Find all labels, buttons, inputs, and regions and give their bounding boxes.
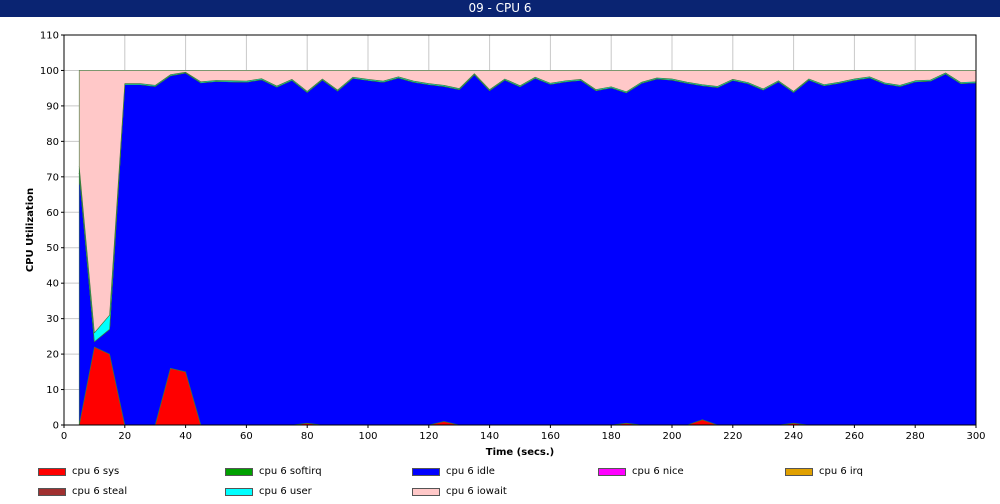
- y-tick-label: 30: [46, 314, 59, 325]
- x-tick-label: 220: [723, 431, 742, 442]
- legend-label: cpu 6 softirq: [259, 466, 322, 477]
- area-cpu-6-idle: [78, 72, 977, 426]
- x-tick-label: 20: [118, 431, 131, 442]
- x-tick-label: 80: [301, 431, 314, 442]
- y-tick-label: 80: [46, 137, 59, 148]
- legend-swatch: [785, 468, 813, 476]
- y-tick-label: 20: [46, 350, 59, 361]
- x-tick-label: 160: [541, 431, 560, 442]
- chart-window: 09 - CPU 6 0 20 40 60 80 100 120 140 160 180 200 22…: [0, 0, 1000, 504]
- y-tick-labels: 0 10 20 30 40 50 60 70 80 90 100 110: [40, 31, 64, 432]
- x-axis-label: Time (secs.): [486, 447, 555, 458]
- legend-label: cpu 6 irq: [819, 466, 863, 477]
- legend-swatch: [225, 488, 253, 496]
- legend-label: cpu 6 idle: [446, 466, 495, 477]
- x-tick-label: 120: [419, 431, 438, 442]
- x-tick-label: 0: [61, 431, 67, 442]
- legend-label: cpu 6 steal: [72, 486, 128, 497]
- y-tick-label: 50: [46, 243, 59, 254]
- y-tick-label: 40: [46, 279, 59, 290]
- x-tick-label: 140: [480, 431, 499, 442]
- y-tick-label: 100: [40, 66, 59, 77]
- legend-swatch: [412, 488, 440, 496]
- legend-swatch: [225, 468, 253, 476]
- x-tick-label: 40: [179, 431, 192, 442]
- legend-swatch: [412, 468, 440, 476]
- legend-label: cpu 6 sys: [72, 466, 120, 477]
- y-tick-label: 70: [46, 172, 59, 183]
- x-tick-label: 180: [602, 431, 621, 442]
- series-areas: [78, 70, 977, 426]
- y-axis-label: CPU Utilization: [25, 188, 36, 272]
- x-tick-label: 280: [906, 431, 925, 442]
- x-tick-label: 100: [358, 431, 377, 442]
- chart-title: 09 - CPU 6: [0, 0, 1000, 17]
- legend-swatch: [598, 468, 626, 476]
- x-tick-label: 240: [784, 431, 803, 442]
- legend-swatch: [38, 468, 66, 476]
- legend-swatch: [38, 488, 66, 496]
- x-tick-label: 60: [240, 431, 253, 442]
- legend-label: cpu 6 iowait: [446, 486, 507, 497]
- y-tick-label: 90: [46, 101, 59, 112]
- y-tick-label: 110: [40, 31, 59, 42]
- y-tick-label: 0: [53, 421, 59, 432]
- x-tick-label: 300: [966, 431, 985, 442]
- y-tick-label: 10: [46, 385, 59, 396]
- x-tick-label: 200: [662, 431, 681, 442]
- x-tick-label: 260: [845, 431, 864, 442]
- legend-label: cpu 6 nice: [632, 466, 684, 477]
- y-tick-label: 60: [46, 208, 59, 219]
- legend-label: cpu 6 user: [259, 486, 312, 497]
- chart-area: 0 20 40 60 80 100 120 140 160 180 200 220 240 260 280 3…: [25, 31, 986, 459]
- x-tick-labels: 0 20 40 60 80 100 120 140 160 180 200 220 240 260 280 3…: [61, 425, 986, 442]
